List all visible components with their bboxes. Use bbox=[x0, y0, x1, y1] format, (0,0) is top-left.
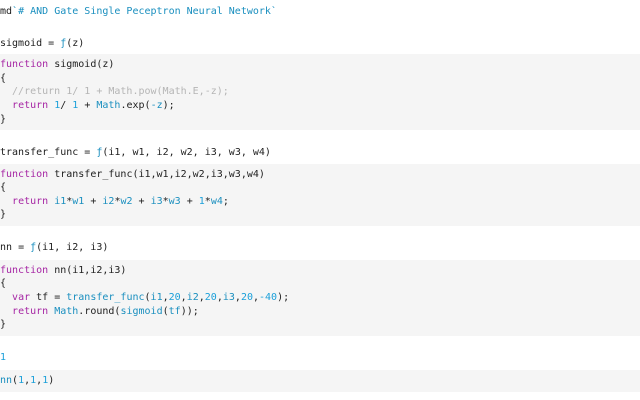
keyword: function bbox=[0, 265, 49, 276]
output-args: (z) bbox=[66, 38, 85, 49]
code-line: function nn(i1,i2,i3) bbox=[0, 264, 126, 277]
code-text: .exp( bbox=[120, 100, 151, 111]
number: 20 bbox=[168, 292, 181, 303]
md-text: `# AND Gate Single Peceptron Neural Netw… bbox=[12, 6, 277, 17]
identifier: i2 bbox=[102, 196, 115, 207]
identifier: transfer_func bbox=[66, 292, 145, 303]
code-text: + bbox=[180, 196, 199, 207]
code-line: nn(1,1,1) bbox=[0, 374, 54, 387]
code-text: )); bbox=[180, 306, 199, 317]
cell-output-transfer-func: transfer_func = ƒ(i1, w1, i2, w2, i3, w3… bbox=[0, 130, 640, 164]
output-line: nn = ƒ(i1, i2, i3) bbox=[0, 241, 108, 254]
code-text: sigmoid(z) bbox=[48, 59, 115, 70]
output-eq: = bbox=[12, 242, 31, 253]
code-line: } bbox=[0, 319, 7, 330]
markdown-line: md`# AND Gate Single Peceptron Neural Ne… bbox=[0, 5, 277, 18]
code-line: return 1/ 1 + Math.exp(-z); bbox=[0, 99, 175, 112]
number: 20 bbox=[204, 292, 217, 303]
cell-input-nn[interactable]: function nn(i1,i2,i3) { var tf = transfe… bbox=[0, 260, 640, 336]
code-comment: //return 1/ 1 + Math.pow(Math.E,-z); bbox=[0, 86, 229, 97]
identifier: sigmoid bbox=[120, 306, 163, 317]
code-line: return i1*w1 + i2*w2 + i3*w3 + 1*w4; bbox=[0, 195, 229, 208]
number: -40 bbox=[259, 292, 278, 303]
cell-input-sigmoid[interactable]: function sigmoid(z) { //return 1/ 1 + Ma… bbox=[0, 54, 640, 130]
identifier: i2 bbox=[186, 292, 199, 303]
code-text: transfer_func(i1,w1,i2,w2,i3,w3,w4) bbox=[48, 169, 265, 180]
keyword: return bbox=[12, 196, 49, 207]
keyword: function bbox=[0, 59, 49, 70]
code-text: ); bbox=[277, 292, 290, 303]
code-text: ; bbox=[222, 196, 229, 207]
cell-input-call[interactable]: nn(1,1,1) bbox=[0, 370, 640, 392]
result-value: 1 bbox=[0, 352, 7, 363]
output-name: transfer_func bbox=[0, 147, 79, 158]
code-text: + bbox=[84, 196, 103, 207]
code-text: tf = bbox=[30, 292, 67, 303]
code-line: } bbox=[0, 114, 7, 125]
keyword: var bbox=[12, 292, 31, 303]
number: 20 bbox=[240, 292, 253, 303]
cell-output-sigmoid: sigmoid = ƒ(z) bbox=[0, 24, 640, 54]
identifier: tf bbox=[168, 306, 181, 317]
code-text: ); bbox=[162, 100, 175, 111]
code-line: { bbox=[0, 73, 7, 84]
cell-output-nn: nn = ƒ(i1, i2, i3) bbox=[0, 226, 640, 260]
identifier: w1 bbox=[72, 196, 85, 207]
identifier: w2 bbox=[120, 196, 133, 207]
output-line: transfer_func = ƒ(i1, w1, i2, w2, i3, w3… bbox=[0, 146, 271, 159]
output-eq: = bbox=[42, 38, 61, 49]
code-line: var tf = transfer_func(i1,20,i2,20,i3,20… bbox=[0, 291, 289, 304]
code-text: ) bbox=[48, 375, 55, 386]
identifier: w3 bbox=[168, 196, 181, 207]
identifier: Math bbox=[96, 100, 121, 111]
md-prefix: md bbox=[0, 6, 13, 17]
code-line: { bbox=[0, 182, 7, 193]
output-args: (i1, w1, i2, w2, i3, w3, w4) bbox=[102, 147, 271, 158]
keyword: return bbox=[12, 306, 49, 317]
code-text: .round( bbox=[78, 306, 121, 317]
identifier: -z bbox=[150, 100, 163, 111]
identifier: i1 bbox=[150, 292, 163, 303]
code-text: + bbox=[132, 196, 151, 207]
code-text: / bbox=[60, 100, 73, 111]
code-text: + bbox=[78, 100, 97, 111]
output-args: (i1, i2, i3) bbox=[36, 242, 109, 253]
code-line: return Math.round(sigmoid(tf)); bbox=[0, 305, 199, 318]
identifier: i3 bbox=[222, 292, 235, 303]
cell-output-result: 1 bbox=[0, 336, 640, 370]
code-text: nn(i1,i2,i3) bbox=[48, 265, 127, 276]
code-line: { bbox=[0, 278, 7, 289]
code-line: function sigmoid(z) bbox=[0, 58, 114, 71]
output-line: sigmoid = ƒ(z) bbox=[0, 37, 84, 50]
identifier: nn bbox=[0, 375, 13, 386]
keyword: function bbox=[0, 169, 49, 180]
identifier: Math bbox=[54, 306, 79, 317]
cell-input-transfer-func[interactable]: function transfer_func(i1,w1,i2,w2,i3,w3… bbox=[0, 164, 640, 226]
code-line: function transfer_func(i1,w1,i2,w2,i3,w3… bbox=[0, 168, 265, 181]
code-line: } bbox=[0, 209, 7, 220]
output-name: sigmoid bbox=[0, 38, 43, 49]
output-name: nn bbox=[0, 242, 13, 253]
identifier: i3 bbox=[150, 196, 163, 207]
keyword: return bbox=[12, 100, 49, 111]
markdown-cell[interactable]: md`# AND Gate Single Peceptron Neural Ne… bbox=[0, 0, 640, 24]
identifier: w4 bbox=[210, 196, 223, 207]
identifier: i1 bbox=[54, 196, 67, 207]
output-eq: = bbox=[78, 147, 97, 158]
